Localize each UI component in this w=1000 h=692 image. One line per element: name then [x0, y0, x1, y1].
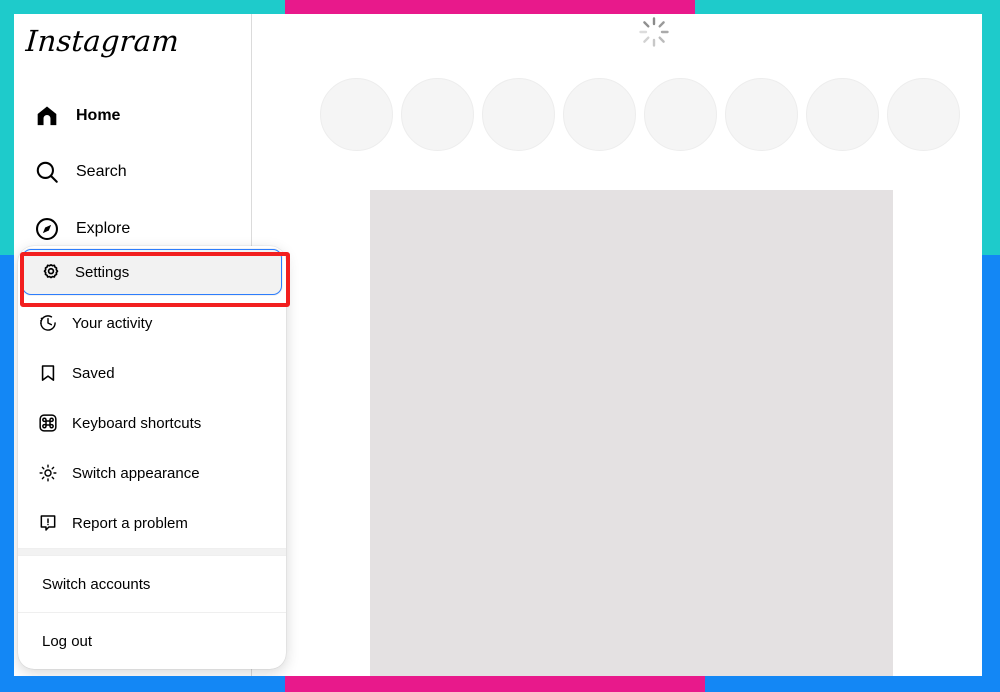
menu-label-saved: Saved [72, 364, 115, 382]
menu-label-settings: Settings [75, 263, 130, 281]
activity-clock-icon [34, 313, 62, 333]
frame-top-pink [285, 0, 695, 14]
menu-item-report-a-problem[interactable]: Report a problem [18, 498, 286, 548]
story-placeholder[interactable] [887, 78, 960, 151]
story-placeholder[interactable] [401, 78, 474, 151]
story-placeholder[interactable] [563, 78, 636, 151]
stories-tray [320, 78, 960, 151]
frame-right-teal [982, 0, 1000, 255]
home-icon [28, 103, 66, 129]
more-options-menu: Settings Your activity Saved Keyboard sh… [18, 246, 286, 669]
search-icon [28, 159, 66, 185]
keyboard-command-icon [34, 413, 62, 433]
menu-item-switch-appearance[interactable]: Switch appearance [18, 448, 286, 498]
gear-icon [37, 262, 65, 282]
menu-item-your-activity[interactable]: Your activity [18, 298, 286, 348]
menu-label-report-a-problem: Report a problem [72, 514, 188, 532]
frame-left-teal [0, 0, 14, 255]
frame-bottom-pink [285, 676, 705, 692]
frame-top-teal-right [695, 0, 1000, 14]
sidebar-item-search[interactable]: Search [22, 148, 242, 196]
menu-item-log-out[interactable]: Log out [18, 613, 286, 669]
frame-bottom-blue-left [0, 676, 285, 692]
instagram-logo[interactable]: Instagram [25, 24, 180, 58]
story-placeholder[interactable] [320, 78, 393, 151]
main-feed [253, 14, 982, 676]
instagram-page: Instagram Home Search Explore Settings Y… [14, 14, 982, 676]
menu-label-keyboard-shortcuts: Keyboard shortcuts [72, 414, 202, 432]
story-placeholder[interactable] [482, 78, 555, 151]
frame-bottom-blue-right [705, 676, 1000, 692]
story-placeholder[interactable] [644, 78, 717, 151]
menu-label-your-activity: Your activity [72, 314, 153, 332]
post-skeleton-placeholder [370, 190, 893, 676]
sun-brightness-icon [34, 463, 62, 483]
story-placeholder[interactable] [806, 78, 879, 151]
menu-item-switch-accounts[interactable]: Switch accounts [18, 556, 286, 612]
spinner-icon [638, 16, 670, 48]
frame-right-blue [982, 255, 1000, 692]
frame-top-teal-left [0, 0, 285, 14]
left-sidebar: Instagram Home Search Explore Settings Y… [14, 14, 290, 676]
alert-exclamation-icon [34, 513, 62, 533]
sidebar-label-explore: Explore [76, 220, 131, 237]
menu-item-keyboard-shortcuts[interactable]: Keyboard shortcuts [18, 398, 286, 448]
frame-left-blue [0, 255, 14, 692]
story-placeholder[interactable] [725, 78, 798, 151]
sidebar-label-home: Home [76, 107, 121, 124]
menu-item-settings[interactable]: Settings [21, 248, 283, 296]
menu-divider [18, 548, 286, 556]
menu-item-saved[interactable]: Saved [18, 348, 286, 398]
bookmark-icon [34, 363, 62, 383]
sidebar-label-search: Search [76, 163, 127, 180]
menu-label-switch-appearance: Switch appearance [72, 464, 200, 482]
sidebar-item-home[interactable]: Home [22, 92, 242, 140]
compass-icon [28, 216, 66, 242]
